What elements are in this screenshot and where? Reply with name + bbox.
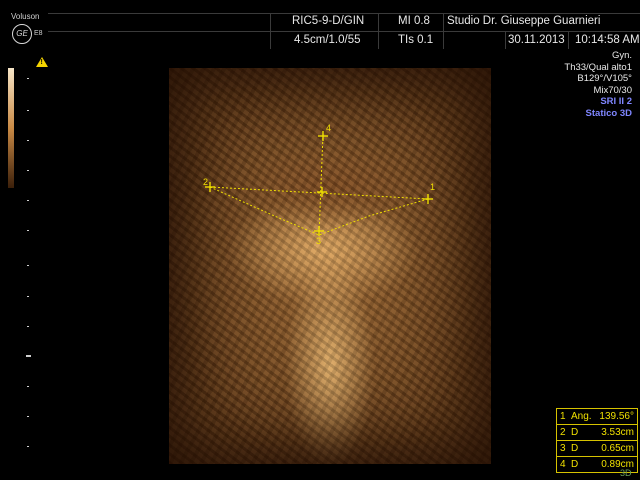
measurement-row[interactable]: 1 Ang. 139.56° — [557, 409, 637, 425]
setting-line: Mix70/30 — [593, 84, 632, 96]
header-bar: Voluson GE E8 RIC5-9-D/GIN MI 0.8 Studio… — [0, 0, 640, 50]
caliper-marker-1 — [423, 194, 433, 204]
marker-label: 4 — [326, 123, 331, 133]
measurement-row[interactable]: 3 D 0.65cm — [557, 441, 637, 457]
caliper-line-3-4 — [318, 133, 324, 236]
probe-label: RIC5-9-D/GIN — [292, 15, 365, 27]
setting-line: Th33/Qual alto1 — [564, 61, 632, 73]
warning-triangle-icon: ! — [36, 57, 48, 67]
marker-label: 3 — [316, 236, 321, 246]
marker-label: 2 — [203, 177, 208, 187]
caliper-overlay: 1 2 3 4 — [203, 123, 435, 246]
ge-logo-badge: GE — [12, 24, 32, 44]
brand-label: Voluson — [11, 12, 40, 21]
mode-indicator: 3D — [620, 468, 632, 478]
exam-time: 10:14:58 AM — [575, 34, 640, 46]
mi-value: MI 0.8 — [398, 15, 430, 27]
measurement-table: 1 Ang. 139.56° 2 D 3.53cm 3 D 0.65cm 4 D… — [556, 408, 638, 473]
caliper-center — [317, 187, 327, 197]
caliper-marker-3 — [314, 226, 324, 236]
caliper-line-1-2 — [209, 186, 429, 200]
sri-setting: SRI II 2 — [600, 96, 632, 107]
gray-scale-bar — [8, 68, 14, 188]
measurement-row[interactable]: 2 D 3.53cm — [557, 425, 637, 441]
exam-date: 30.11.2013 — [508, 34, 565, 46]
model-label: E8 — [34, 30, 43, 37]
marker-label: 1 — [430, 182, 435, 192]
ge-logo-icon: Voluson GE E8 — [0, 0, 48, 48]
ultrasound-image[interactable]: 1 2 3 4 — [169, 68, 491, 464]
tis-value: TIs 0.1 — [398, 34, 434, 46]
depth-value: 4.5cm/1.0/55 — [294, 34, 361, 46]
setting-line: B129°/V105° — [577, 73, 632, 84]
setting-line: Gyn. — [611, 50, 632, 61]
mode-setting: Statico 3D — [585, 107, 632, 119]
depth-ticks — [26, 70, 31, 470]
acquisition-settings-panel: Gyn. Th33/Qual alto1 B129°/V105° Mix70/3… — [564, 50, 632, 119]
clinic-name: Studio Dr. Giuseppe Guarnieri — [447, 15, 601, 27]
